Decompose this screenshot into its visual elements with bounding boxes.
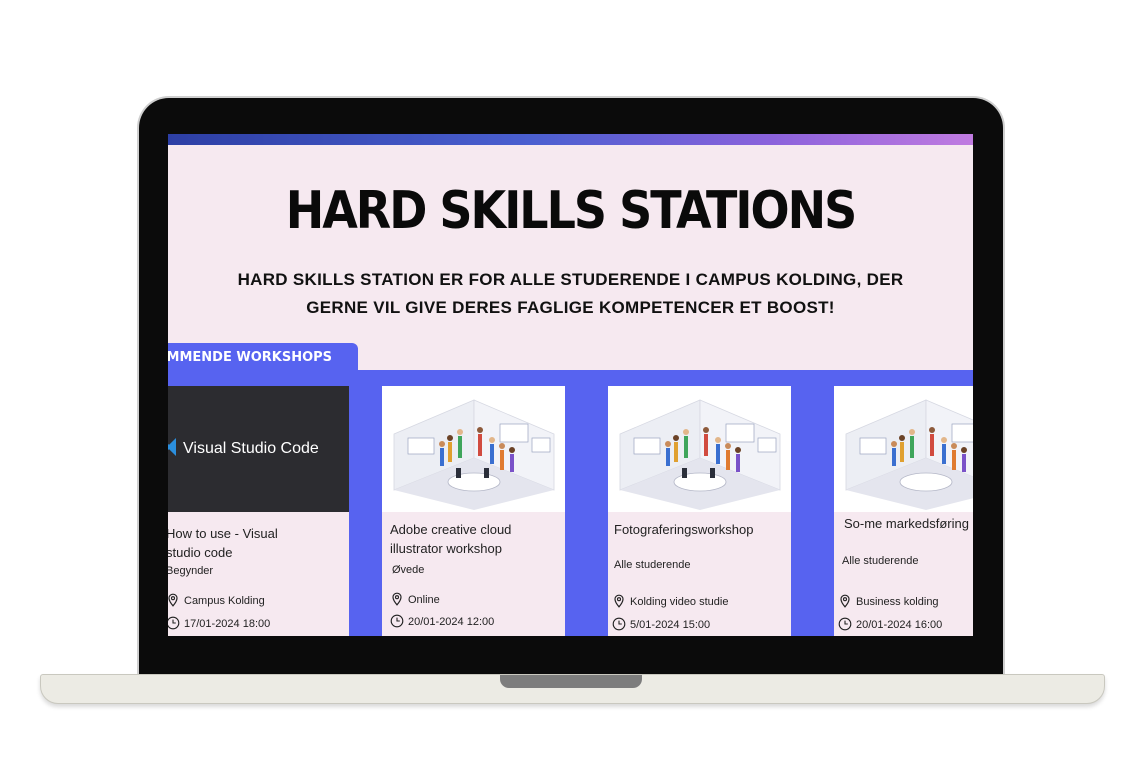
workshop-card[interactable]: Adobe creative cloud illustrator worksho…: [382, 386, 565, 636]
workshop-datetime-text: 20/01-2024 12:00: [408, 616, 495, 628]
workshop-location-text: Business kolding: [856, 596, 939, 608]
workshop-level: Alle studerende: [842, 555, 919, 567]
workshop-level: Alle studerende: [614, 559, 691, 571]
workshop-datetime: 17/01-2024 18:00: [168, 616, 270, 630]
workshop-location-text: Kolding video studie: [630, 596, 729, 608]
workshop-card[interactable]: Fotograferingsworkshop Alle studerende K…: [608, 386, 791, 636]
people-meeting-illustration: [619, 399, 781, 510]
workshop-datetime: 5/01-2024 15:00: [612, 617, 710, 631]
workshop-title: Fotograferingsworkshop: [614, 522, 754, 537]
workshop-location: Online: [390, 592, 440, 606]
vscode-logo-text: Visual Studio Code: [183, 440, 319, 457]
location-pin-icon: [614, 594, 624, 608]
people-meeting-illustration: [393, 399, 555, 510]
people-meeting-illustration: [845, 399, 973, 510]
location-pin-icon: [392, 592, 402, 606]
workshop-image: [382, 386, 565, 512]
vscode-icon: [168, 438, 176, 456]
clock-icon: [390, 614, 404, 628]
workshop-card[interactable]: Visual Studio Code How to use - Visual s…: [168, 386, 349, 636]
vscode-logo: Visual Studio Code: [168, 438, 319, 458]
workshop-title: So-me markedsføring: [844, 516, 969, 531]
tab-label: KOMMENDE WORKSHOPS: [168, 350, 333, 365]
page-subtitle: HARD SKILLS STATION ER FOR ALLE STUDEREN…: [237, 270, 904, 317]
workshop-datetime: 20/01-2024 16:00: [838, 617, 942, 631]
clock-icon: [612, 617, 626, 631]
location-pin-icon: [840, 594, 850, 608]
workshop-image: [834, 386, 973, 512]
workshop-title: How to use - Visual studio code: [168, 526, 278, 560]
workshop-level: Begynder: [168, 565, 214, 577]
page-title: HARD SKILLS STATIONS: [285, 180, 858, 241]
workshop-level: Øvede: [392, 564, 425, 576]
laptop-notch: [500, 675, 642, 688]
gradient-bar: [168, 134, 973, 145]
screen: HARD SKILLS STATIONS HARD SKILLS STATION…: [168, 134, 973, 636]
workshop-location: Kolding video studie: [612, 594, 728, 608]
workshop-card[interactable]: So-me markedsføring Alle studerende Busi…: [834, 386, 973, 636]
workshop-location-text: Online: [408, 594, 440, 606]
clock-icon: [838, 617, 852, 631]
workshop-image: [608, 386, 791, 512]
clock-icon: [168, 616, 180, 630]
workshop-location: Business kolding: [838, 594, 939, 608]
workshop-datetime-text: 5/01-2024 15:00: [630, 619, 711, 631]
workshop-datetime-text: 17/01-2024 18:00: [184, 618, 271, 630]
workshop-title: Adobe creative cloud illustrator worksho…: [390, 522, 512, 556]
workshop-datetime-text: 20/01-2024 16:00: [856, 619, 943, 631]
workshop-location: Campus Kolding: [168, 593, 265, 607]
workshop-location-text: Campus Kolding: [184, 595, 265, 607]
location-pin-icon: [168, 593, 178, 607]
workshop-image: Visual Studio Code: [168, 386, 349, 512]
workshop-datetime: 20/01-2024 12:00: [390, 614, 494, 628]
